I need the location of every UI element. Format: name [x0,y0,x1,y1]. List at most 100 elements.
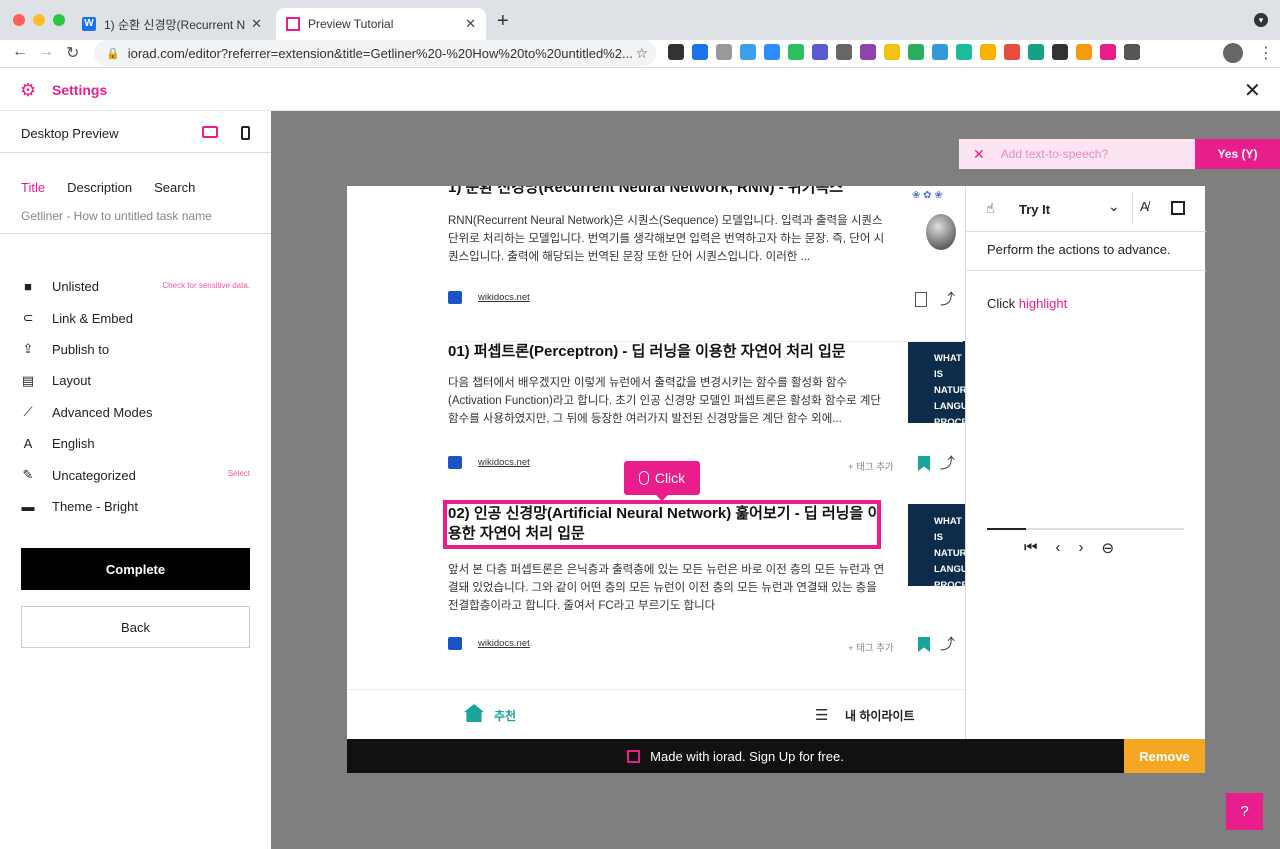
extension-icon[interactable] [860,44,876,60]
menu-item-theme[interactable]: ▬ Theme - Bright [20,491,252,522]
tutorial-title-field[interactable]: Getliner - How to untitled task name [21,209,221,223]
highlight-list-icon[interactable]: ☰ [815,706,828,724]
browser-tab-preview[interactable]: Preview Tutorial ✕ [276,8,486,40]
close-tab-icon[interactable]: ✕ [465,16,476,32]
extension-icon[interactable] [956,44,972,60]
select-category-hint[interactable]: Select [228,469,250,478]
menu-item-label: Publish to [52,341,110,357]
share-icon[interactable]: ⤴ [940,633,955,654]
close-icon[interactable]: ✕ [1244,78,1261,103]
extension-icon[interactable] [1028,44,1044,60]
forward-arrow-icon[interactable]: → [38,43,54,61]
article-title[interactable]: 1) 순환 신경망(Recurrent Neural Network, RNN)… [448,186,888,198]
extension-icon[interactable] [668,44,684,60]
tab-search-icon[interactable]: ▾ [1254,13,1268,27]
extension-icon[interactable] [740,44,756,60]
source-link[interactable]: wikidocs.net [478,638,530,649]
tts-yes-button[interactable]: Yes (Y) [1195,139,1280,169]
back-button[interactable]: Back [21,606,250,648]
bookmark-icon[interactable] [915,292,927,307]
sensitive-data-hint[interactable]: Check for sensitive data. [162,281,250,290]
extension-icon[interactable] [884,44,900,60]
remove-branding-button[interactable]: Remove [1124,739,1205,773]
close-tab-icon[interactable]: ✕ [251,16,262,32]
complete-button[interactable]: Complete [21,548,250,590]
desktop-icon[interactable] [202,126,218,138]
next-step-icon[interactable]: › [1079,539,1084,557]
step-controls: ⏮ ‹ › ⊖ [1024,539,1114,557]
add-tag-link[interactable]: + 태그 추가 [848,640,894,654]
browser-tab-strip: W 1) 순환 신경망(Recurrent Neural N... ✕ Prev… [0,0,1280,40]
first-step-icon[interactable]: ⏮ [1024,539,1038,557]
extension-icon[interactable] [1004,44,1020,60]
mode-select[interactable]: Try It [1019,202,1050,217]
google-drive-icon[interactable] [980,44,996,60]
tab-title[interactable]: Title [21,180,45,195]
tab-description[interactable]: Description [67,180,132,195]
wikidocs-logo-icon [448,456,462,469]
wikidocs-favicon-icon: W [82,17,96,31]
iorad-favicon-icon [286,17,300,31]
window-close-button[interactable] [13,14,25,26]
extension-icon[interactable] [908,44,924,60]
nav-home-label[interactable]: 추천 [494,707,516,724]
article-card[interactable]: 01) 퍼셉트론(Perceptron) - 딥 러닝을 이용한 자연어 처리 … [448,341,963,476]
menu-item-layout[interactable]: ▤ Layout [20,365,252,396]
browser-tab-wikidocs[interactable]: W 1) 순환 신경망(Recurrent Neural N... ✕ [72,8,272,40]
fullscreen-icon[interactable] [1171,201,1185,215]
source-link[interactable]: wikidocs.net [478,292,530,303]
iorad-footer-banner[interactable]: Made with iorad. Sign Up for free. [347,739,1124,773]
click-target-highlight[interactable] [443,500,881,549]
puzzle-icon[interactable] [1124,44,1140,60]
article-card[interactable]: 1) 순환 신경망(Recurrent Neural Network, RNN)… [448,186,963,308]
help-button[interactable]: ? [1226,793,1263,830]
new-tab-button[interactable]: + [497,10,509,33]
mobile-icon[interactable] [241,126,250,140]
menu-item-advanced-modes[interactable]: ⟋ Advanced Modes [20,397,252,428]
evernote-icon[interactable] [788,44,804,60]
iorad-extension-icon[interactable] [1100,44,1116,60]
browser-menu-icon[interactable]: ⋮ [1258,43,1274,63]
settings-menu: ■ Unlisted Check for sensitive data. ⊂ L… [20,271,252,522]
bookmark-icon[interactable] [918,637,930,652]
home-icon[interactable] [464,704,484,722]
add-tag-link[interactable]: + 태그 추가 [848,459,894,473]
zoom-out-icon[interactable]: ⊖ [1102,539,1115,557]
step-prefix: Click [987,296,1019,311]
tab-search[interactable]: Search [154,180,195,195]
address-bar[interactable]: 🔒 iorad.com/editor?referrer=extension&ti… [94,40,656,66]
window-minimize-button[interactable] [33,14,45,26]
lock-icon: ■ [24,279,32,295]
menu-item-link-embed[interactable]: ⊂ Link & Embed [20,302,252,333]
source-link[interactable]: wikidocs.net [478,457,530,468]
reload-icon[interactable]: ↻ [66,43,79,63]
dismiss-tts-icon[interactable]: ✕ [973,146,985,163]
back-arrow-icon[interactable]: ← [12,43,28,61]
bookmark-star-icon[interactable]: ☆ [635,45,648,62]
menu-item-category[interactable]: ✎ Uncategorized Select [20,459,252,490]
previous-step-icon[interactable]: ‹ [1056,539,1061,557]
menu-item-language[interactable]: A English [20,428,252,459]
profile-avatar[interactable] [1223,43,1243,63]
pencil-icon: ✎ [22,467,34,483]
divider [1132,192,1133,224]
extension-icon[interactable] [716,44,732,60]
menu-item-unlisted[interactable]: ■ Unlisted Check for sensitive data. [20,271,252,302]
extension-icon[interactable] [764,44,780,60]
extension-icon[interactable] [836,44,852,60]
translate-icon[interactable]: A̸ [1140,199,1149,214]
share-icon[interactable]: ⤴ [940,452,955,473]
bookmark-icon[interactable] [918,456,930,471]
paint-roller-icon: ▬ [21,498,35,514]
extension-icon[interactable] [1052,44,1068,60]
chevron-down-icon[interactable]: ⌄ [1108,198,1120,215]
article-title[interactable]: 01) 퍼셉트론(Perceptron) - 딥 러닝을 이용한 자연어 처리 … [448,342,888,362]
nav-highlight-label[interactable]: 내 하이라이트 [845,707,915,724]
window-zoom-button[interactable] [53,14,65,26]
extension-icon[interactable] [932,44,948,60]
extension-icon[interactable] [692,44,708,60]
menu-item-publish-to[interactable]: ⇪ Publish to [20,334,252,365]
extension-icon[interactable] [1076,44,1092,60]
extension-icon[interactable] [812,44,828,60]
share-icon[interactable]: ⤴ [940,288,955,309]
